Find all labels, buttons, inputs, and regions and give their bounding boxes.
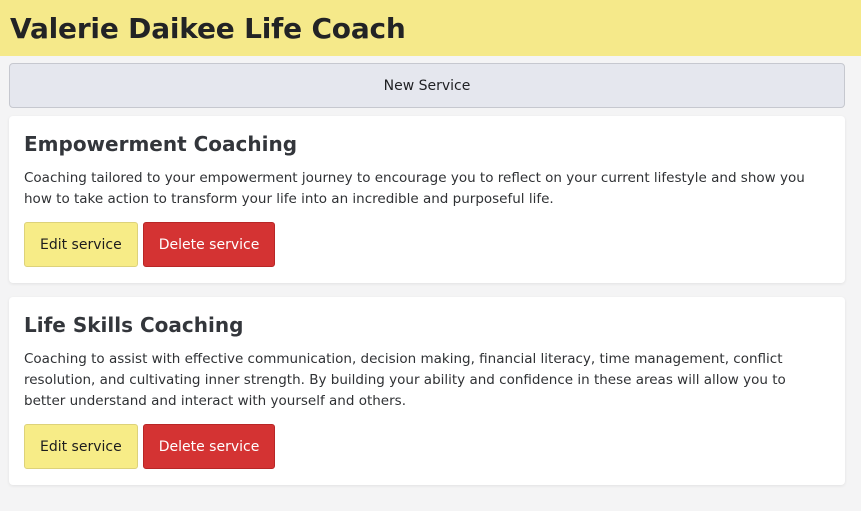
delete-service-button[interactable]: Delete service [142, 424, 276, 469]
service-actions: Edit service Delete service [24, 222, 830, 267]
service-title: Life Skills Coaching [24, 313, 244, 337]
service-description: Coaching to assist with effective commun… [24, 351, 786, 409]
service-title: Empowerment Coaching [24, 132, 298, 156]
page-title: Valerie Daikee Life Coach [10, 11, 406, 45]
delete-service-button[interactable]: Delete service [142, 222, 276, 267]
main-content: New Service Empowerment Coaching Coachin… [0, 56, 861, 485]
service-card: Life Skills Coaching Coaching to assist … [9, 297, 845, 485]
site-header: Valerie Daikee Life Coach [0, 0, 861, 56]
new-service-button[interactable]: New Service [9, 63, 845, 108]
service-actions: Edit service Delete service [24, 424, 830, 469]
service-card: Empowerment Coaching Coaching tailored t… [9, 116, 845, 283]
edit-service-button[interactable]: Edit service [24, 424, 138, 469]
edit-service-button[interactable]: Edit service [24, 222, 138, 267]
service-description: Coaching tailored to your empowerment jo… [24, 170, 805, 207]
